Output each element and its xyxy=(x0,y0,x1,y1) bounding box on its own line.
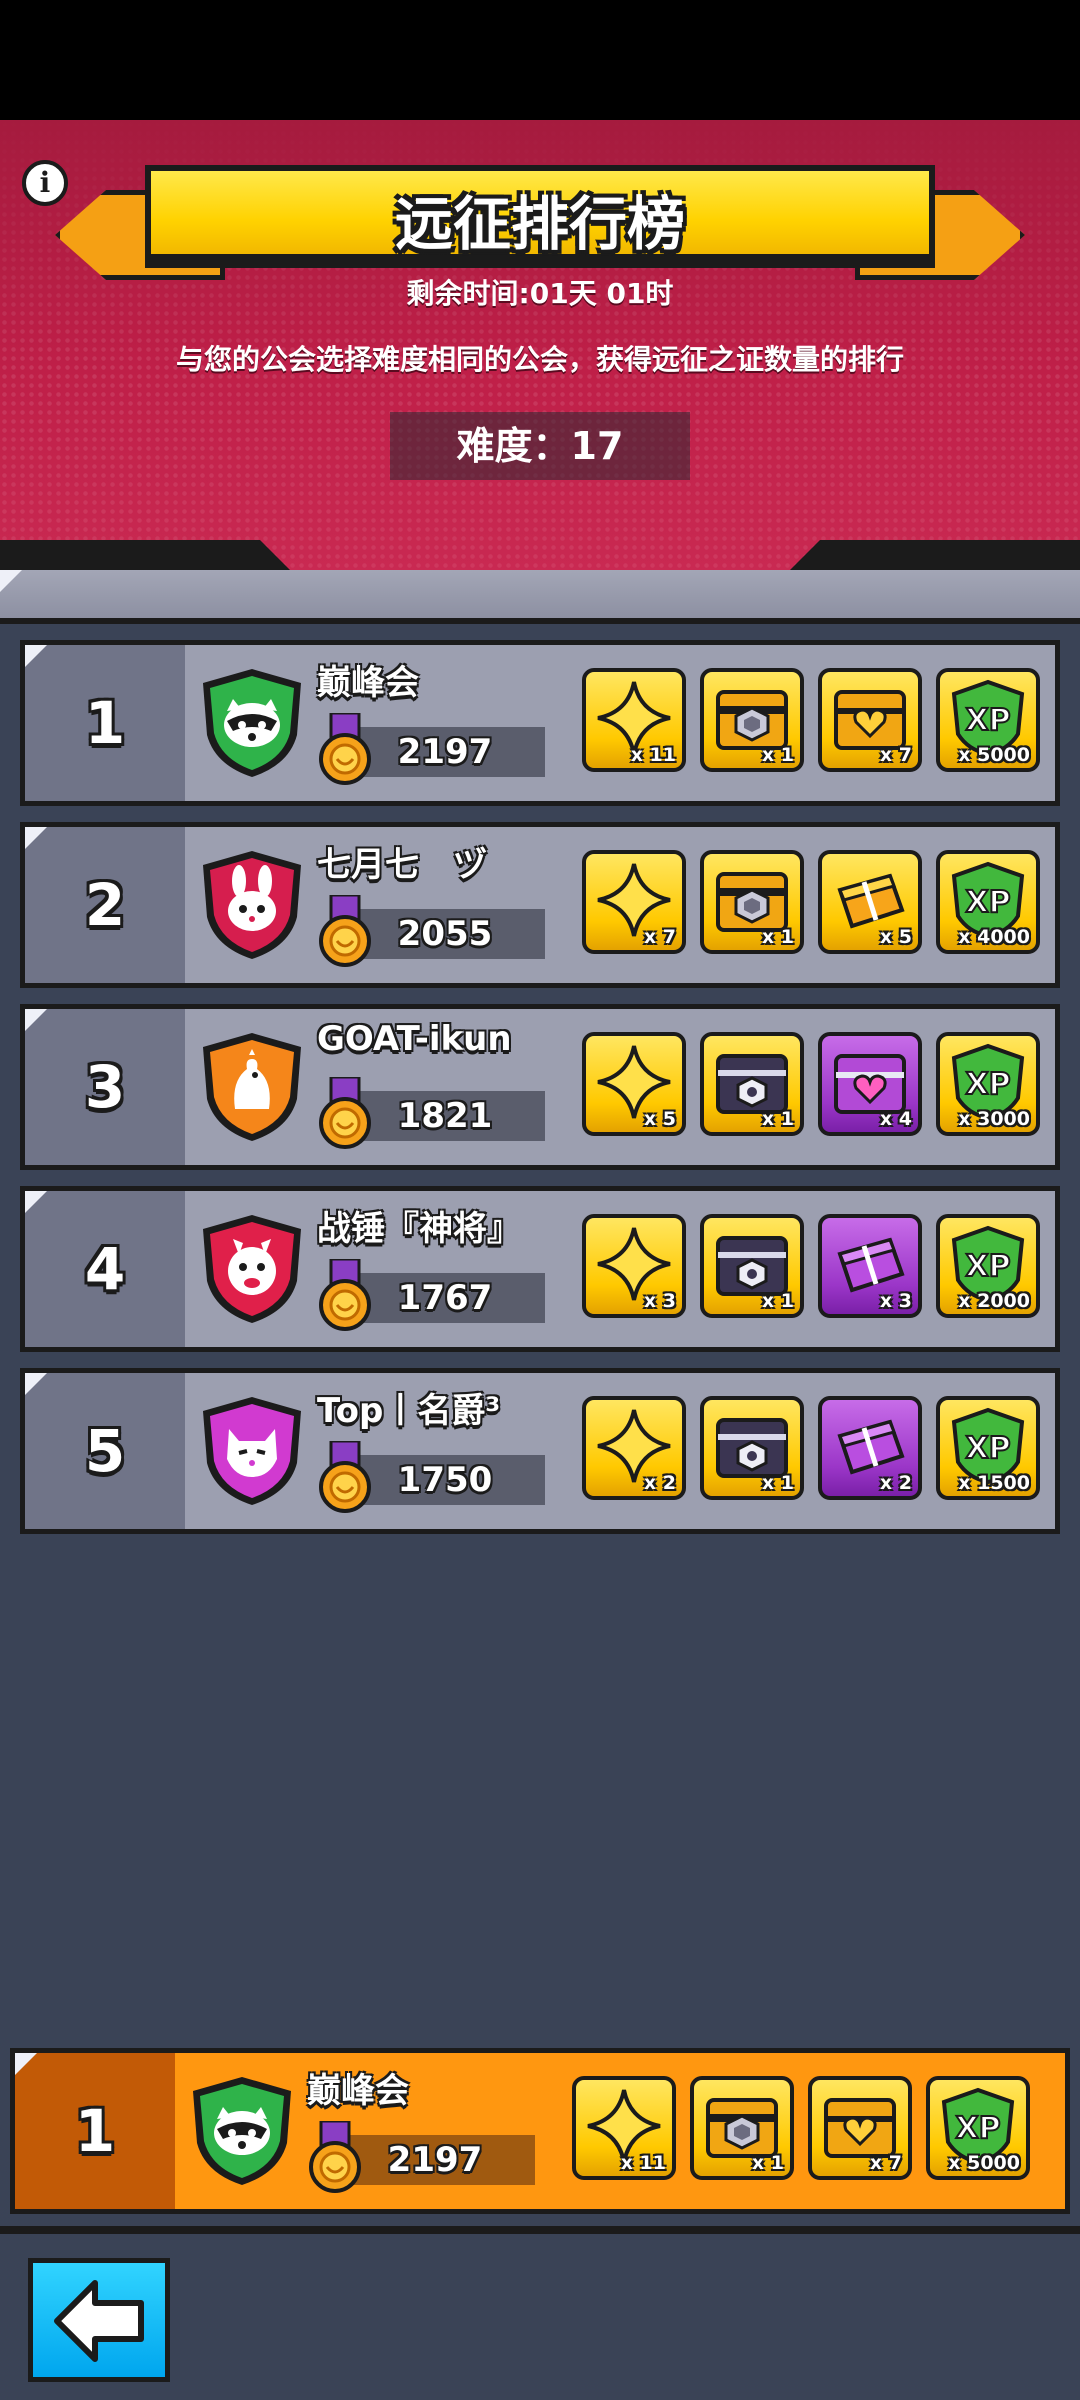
rabbit-icon xyxy=(203,851,301,959)
rank-number: 3 xyxy=(84,1053,126,1121)
title-banner: 远征排行榜 xyxy=(145,165,935,260)
svg-text:XP: XP xyxy=(965,1431,1010,1466)
guild-name: 巅峰会 xyxy=(307,2071,409,2111)
bottom-divider xyxy=(0,2226,1080,2234)
reward-chest-heart[interactable]: x 4 xyxy=(818,1032,922,1136)
reward-chest[interactable]: x 1 xyxy=(690,2076,794,2180)
rank-number: 1 xyxy=(74,2097,116,2165)
leaderboard-row[interactable]: 5 Top丨名爵³ 1750 x 2 x 1 x 2 XP x 1500 xyxy=(20,1368,1060,1534)
svg-text:XP: XP xyxy=(965,885,1010,920)
llama-icon xyxy=(203,1215,301,1323)
divider-stripe xyxy=(0,570,1080,624)
reward-chest-heart[interactable]: x 7 xyxy=(808,2076,912,2180)
guild-score: 1750 xyxy=(397,1460,493,1500)
guild-name: 七月七 ヅ xyxy=(317,845,487,885)
reward-gift[interactable]: x 5 xyxy=(818,850,922,954)
reward-star[interactable]: x 11 xyxy=(572,2076,676,2180)
reward-chest-heart[interactable]: x 7 xyxy=(818,668,922,772)
guild-score: 1821 xyxy=(397,1096,493,1136)
reward-xp[interactable]: XP x 5000 xyxy=(936,668,1040,772)
guild-score: 2055 xyxy=(397,914,493,954)
guild-name: 巅峰会 xyxy=(317,663,419,703)
reward-chest[interactable]: x 1 xyxy=(700,850,804,954)
reward-xp[interactable]: XP x 3000 xyxy=(936,1032,1040,1136)
leaderboard-description: 与您的公会选择难度相同的公会，获得远征之证数量的排行 xyxy=(175,343,904,376)
reward-chest[interactable]: x 1 xyxy=(700,1032,804,1136)
reward-star[interactable]: x 7 xyxy=(582,850,686,954)
reward-chest[interactable]: x 1 xyxy=(700,1214,804,1318)
raccoon-icon xyxy=(193,2077,291,2185)
guild-score: 2197 xyxy=(387,2140,483,2180)
guild-score: 2197 xyxy=(397,732,493,772)
reward-star[interactable]: x 3 xyxy=(582,1214,686,1318)
guild-score: 1767 xyxy=(397,1278,493,1318)
difficulty-label: 难度：17 xyxy=(390,412,690,480)
back-arrow-icon xyxy=(54,2280,144,2362)
reward-star[interactable]: x 11 xyxy=(582,668,686,772)
reward-xp[interactable]: XP x 4000 xyxy=(936,850,1040,954)
rank-number: 1 xyxy=(84,689,126,757)
rank-number: 4 xyxy=(84,1235,126,1303)
svg-text:XP: XP xyxy=(955,2111,1000,2146)
cat-icon xyxy=(203,1397,301,1505)
guild-name: GOAT-ikun xyxy=(317,1019,512,1059)
rank-number: 5 xyxy=(84,1417,126,1485)
reward-star[interactable]: x 5 xyxy=(582,1032,686,1136)
my-guild-row[interactable]: 1 巅峰会 2197 x 11 x 1 x 7 XP x 5000 xyxy=(10,2048,1070,2214)
svg-text:XP: XP xyxy=(965,1249,1010,1284)
chicken-icon xyxy=(203,1033,301,1141)
info-icon[interactable]: i xyxy=(22,160,68,206)
guild-name: Top丨名爵³ xyxy=(317,1391,501,1431)
reward-xp[interactable]: XP x 1500 xyxy=(936,1396,1040,1500)
reward-chest[interactable]: x 1 xyxy=(700,668,804,772)
reward-gift[interactable]: x 2 xyxy=(818,1396,922,1500)
reward-star[interactable]: x 2 xyxy=(582,1396,686,1500)
remaining-time: 剩余时间:01天 01时 xyxy=(406,277,674,310)
leaderboard-row[interactable]: 1 巅峰会 2197 x 11 x 1 x 7 XP x 5000 xyxy=(20,640,1060,806)
reward-gift[interactable]: x 3 xyxy=(818,1214,922,1318)
leaderboard-row[interactable]: 3 GOAT-ikun 1821 x 5 x 1 x 4 XP x 3000 xyxy=(20,1004,1060,1170)
raccoon-icon xyxy=(203,669,301,777)
guild-name: 战锤『神将』 xyxy=(317,1209,521,1249)
leaderboard-row[interactable]: 4 战锤『神将』 1767 x 3 x 1 x 3 XP x 2000 xyxy=(20,1186,1060,1352)
reward-xp[interactable]: XP x 2000 xyxy=(936,1214,1040,1318)
page-title: 远征排行榜 xyxy=(394,190,685,258)
leaderboard-row[interactable]: 2 七月七 ヅ 2055 x 7 x 1 x 5 XP x 4000 xyxy=(20,822,1060,988)
reward-chest[interactable]: x 1 xyxy=(700,1396,804,1500)
rank-number: 2 xyxy=(84,871,126,939)
reward-xp[interactable]: XP x 5000 xyxy=(926,2076,1030,2180)
svg-text:XP: XP xyxy=(965,1067,1010,1102)
svg-text:XP: XP xyxy=(965,703,1010,738)
status-bar xyxy=(0,0,1080,120)
back-button[interactable] xyxy=(28,2258,170,2382)
